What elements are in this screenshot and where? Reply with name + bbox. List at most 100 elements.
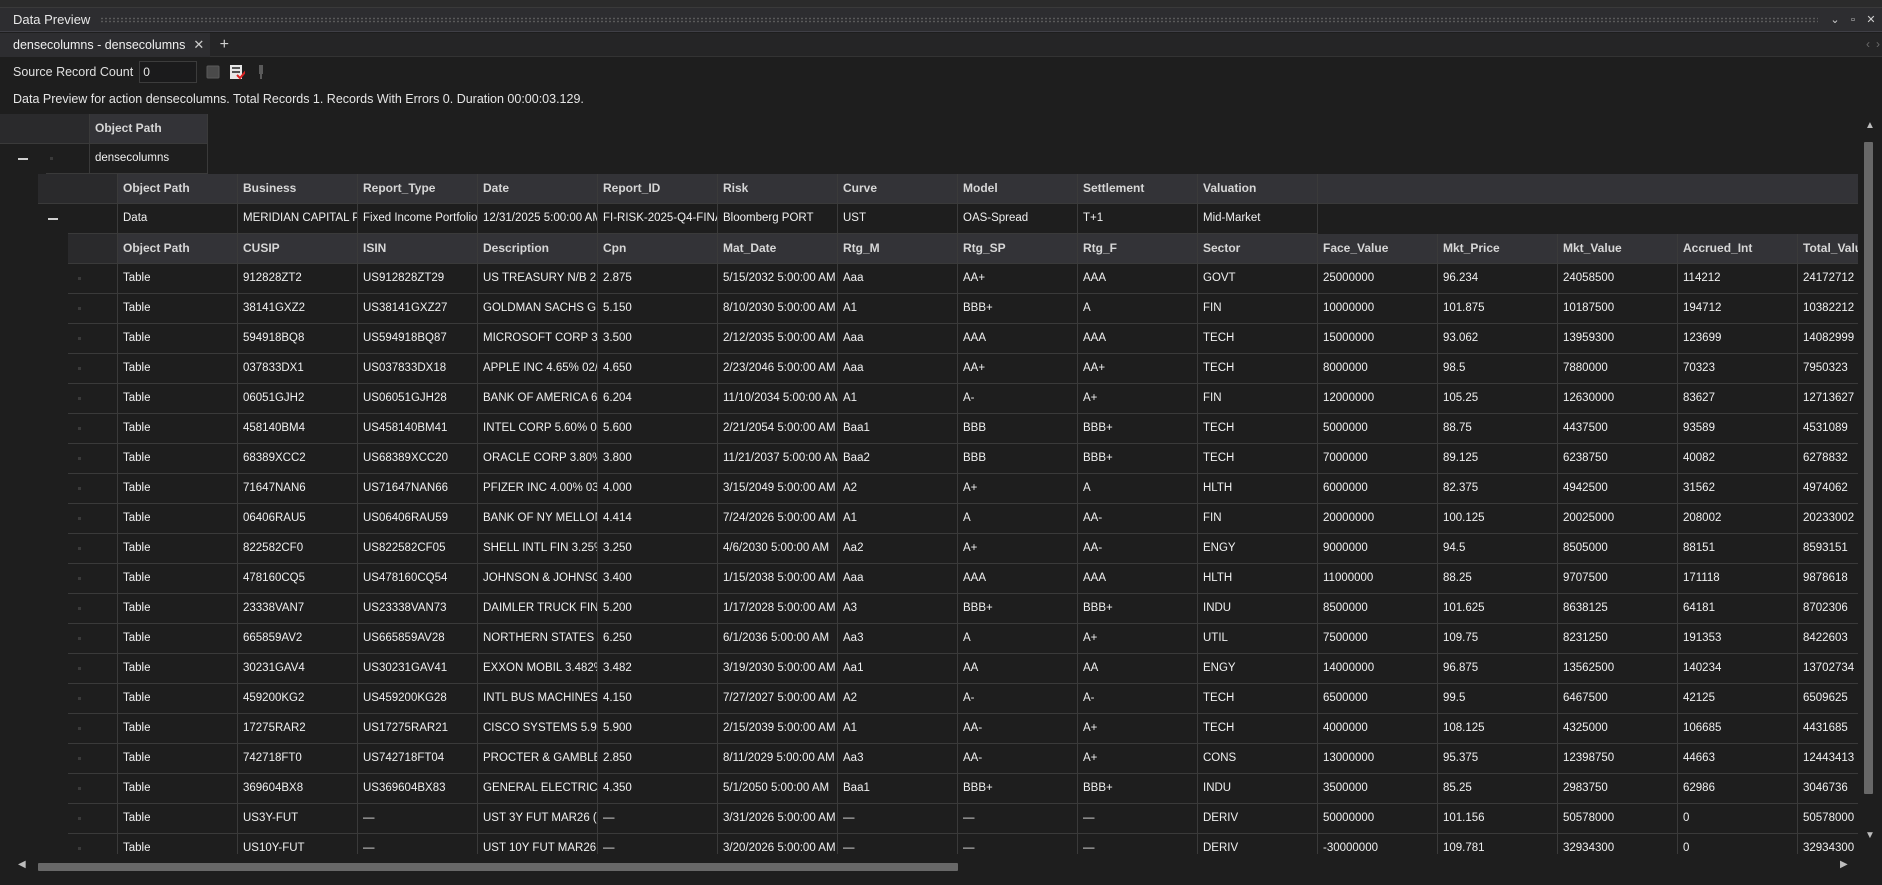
column-header[interactable]: Total_Valu — [1798, 234, 1858, 264]
close-icon[interactable]: ✕ — [193, 37, 204, 53]
data-cell: HLTH — [1198, 564, 1318, 594]
row-selector[interactable] — [68, 354, 118, 384]
row-selector[interactable] — [68, 594, 118, 624]
table-row[interactable]: Table 912828ZT2 US912828ZT29 US TREASURY N/… — [68, 264, 1858, 294]
row-selector[interactable] — [46, 144, 90, 174]
data-cell: 95.375 — [1438, 744, 1558, 774]
column-header[interactable]: Object Path — [118, 234, 238, 264]
scroll-down-icon[interactable]: ▼ — [1865, 830, 1875, 841]
row-selector[interactable] — [68, 744, 118, 774]
row-selector[interactable] — [68, 774, 118, 804]
column-header[interactable]: Risk — [718, 174, 838, 204]
table-row[interactable]: Table 23338VAN7 US23338VAN73 DAIMLER TRUCK … — [68, 594, 1858, 624]
horizontal-scrollbar[interactable]: ◀ ▶ — [0, 858, 1858, 876]
table-row[interactable]: Table 742718FT0 US742718FT04 PROCTER & GAMB… — [68, 744, 1858, 774]
row-selector[interactable] — [68, 504, 118, 534]
row-selector[interactable] — [68, 384, 118, 414]
column-header[interactable]: Object Path — [118, 174, 238, 204]
level1-row[interactable]: densecolumns — [0, 144, 208, 174]
row-selector[interactable] — [68, 624, 118, 654]
table-row[interactable]: Table 71647NAN6 US71647NAN66 PFIZER INC 4.0… — [68, 474, 1858, 504]
pin-icon[interactable]: ▫ — [1846, 13, 1860, 27]
pin-icon[interactable] — [253, 64, 269, 80]
row-selector[interactable] — [68, 324, 118, 354]
column-header[interactable]: Cpn — [598, 234, 718, 264]
chevron-right-icon[interactable]: › — [1876, 37, 1880, 51]
row-selector[interactable] — [68, 264, 118, 294]
column-header[interactable]: Rtg_F — [1078, 234, 1198, 264]
row-selector[interactable] — [68, 834, 118, 854]
scroll-right-icon[interactable]: ▶ — [1840, 859, 1848, 870]
table-row[interactable]: Table 037833DX1 US037833DX18 APPLE INC 4.65… — [68, 354, 1858, 384]
scroll-left-icon[interactable]: ◀ — [18, 859, 26, 870]
column-header[interactable]: Mat_Date — [718, 234, 838, 264]
table-row[interactable]: Table 665859AV2 US665859AV28 NORTHERN STATE… — [68, 624, 1858, 654]
column-header[interactable]: Valuation — [1198, 174, 1318, 204]
table-row[interactable]: Table 17275RAR2 US17275RAR21 CISCO SYSTEMS … — [68, 714, 1858, 744]
scroll-up-icon[interactable]: ▲ — [1865, 120, 1875, 131]
table-row[interactable]: Table 822582CF0 US822582CF05 SHELL INTL FIN… — [68, 534, 1858, 564]
column-header[interactable]: Face_Value — [1318, 234, 1438, 264]
column-header[interactable]: Model — [958, 174, 1078, 204]
table-row[interactable]: Table 478160CQ5 US478160CQ54 JOHNSON & JOHN… — [68, 564, 1858, 594]
table-row[interactable]: Table US10Y-FUT — UST 10Y FUT MAR26 (T —3/20… — [68, 834, 1858, 854]
data-cell: SHELL INTL FIN 3.25% — [478, 534, 598, 564]
collapse-icon[interactable] — [38, 204, 68, 234]
column-header[interactable]: ISIN — [358, 234, 478, 264]
row-selector[interactable] — [68, 444, 118, 474]
row-selector[interactable] — [68, 684, 118, 714]
table-row[interactable]: Table 38141GXZ2 US38141GXZ27 GOLDMAN SACHS … — [68, 294, 1858, 324]
row-selector[interactable] — [68, 474, 118, 504]
table-row[interactable]: Table 06051GJH2 US06051GJH28 BANK OF AMERIC… — [68, 384, 1858, 414]
close-icon[interactable]: ✕ — [1864, 13, 1878, 27]
vertical-scroll-thumb[interactable] — [1864, 142, 1873, 794]
table-row[interactable]: Table 458140BM4 US458140BM41 INTEL CORP 5.6… — [68, 414, 1858, 444]
horizontal-scroll-thumb[interactable] — [38, 863, 958, 871]
column-header[interactable]: Object Path — [90, 114, 208, 144]
source-record-count-input[interactable] — [139, 61, 198, 83]
level2-row[interactable]: Data MERIDIAN CAPITAL PA Fixed Income Port… — [38, 204, 1318, 234]
row-selector[interactable] — [68, 204, 118, 234]
column-header[interactable]: Description — [478, 234, 598, 264]
table-row[interactable]: Table 459200KG2 US459200KG28 INTL BUS MACHI… — [68, 684, 1858, 714]
row-selector[interactable] — [68, 534, 118, 564]
table-row[interactable]: Table 594918BQ8 US594918BQ87 MICROSOFT CORP… — [68, 324, 1858, 354]
stop-icon[interactable] — [205, 64, 221, 80]
chevron-down-icon[interactable]: ⌄ — [1828, 13, 1842, 27]
column-header[interactable]: Sector — [1198, 234, 1318, 264]
row-selector[interactable] — [68, 414, 118, 444]
table-row[interactable]: Table 30231GAV4 US30231GAV41 EXXON MOBIL 3.… — [68, 654, 1858, 684]
collapse-icon[interactable] — [0, 144, 46, 174]
row-selector[interactable] — [68, 804, 118, 834]
table-row[interactable]: Table 06406RAU5 US06406RAU59 BANK OF NY MEL… — [68, 504, 1858, 534]
row-selector[interactable] — [68, 564, 118, 594]
column-header[interactable]: Date — [478, 174, 598, 204]
add-tab-icon[interactable]: + — [216, 36, 232, 54]
data-cell: 665859AV2 — [238, 624, 358, 654]
column-header[interactable]: Mkt_Value — [1558, 234, 1678, 264]
column-header[interactable]: Business — [238, 174, 358, 204]
drag-grip[interactable] — [100, 16, 1818, 23]
column-header[interactable]: Accrued_Int — [1678, 234, 1798, 264]
column-header[interactable]: Report_ID — [598, 174, 718, 204]
tab-densecolumns[interactable]: densecolumns - densecolumns ✕ — [0, 32, 211, 57]
row-selector[interactable] — [68, 654, 118, 684]
column-header[interactable]: Mkt_Price — [1438, 234, 1558, 264]
table-row[interactable]: TableUS3Y-FUT—UST 3Y FUT MAR26 (TU—3/31/… — [68, 804, 1858, 834]
table-row[interactable]: Table 68389XCC2 US68389XCC20 ORACLE CORP 3.… — [68, 444, 1858, 474]
data-cell: EXXON MOBIL 3.482% — [478, 654, 598, 684]
vertical-scrollbar[interactable]: ▲ ▼ — [1858, 114, 1882, 854]
column-header[interactable]: Rtg_M — [838, 234, 958, 264]
data-cell: BBB+ — [958, 294, 1078, 324]
row-selector[interactable] — [68, 714, 118, 744]
column-header[interactable]: CUSIP — [238, 234, 358, 264]
row-selector[interactable] — [68, 294, 118, 324]
column-header[interactable]: Curve — [838, 174, 958, 204]
table-row[interactable]: Table 369604BX8 US369604BX83 GENERAL ELECTR… — [68, 774, 1858, 804]
column-header[interactable]: Report_Type — [358, 174, 478, 204]
column-header[interactable]: Rtg_SP — [958, 234, 1078, 264]
run-preview-icon[interactable] — [229, 64, 246, 80]
data-cell: INDU — [1198, 594, 1318, 624]
chevron-left-icon[interactable]: ‹ — [1866, 37, 1870, 51]
column-header[interactable]: Settlement — [1078, 174, 1198, 204]
